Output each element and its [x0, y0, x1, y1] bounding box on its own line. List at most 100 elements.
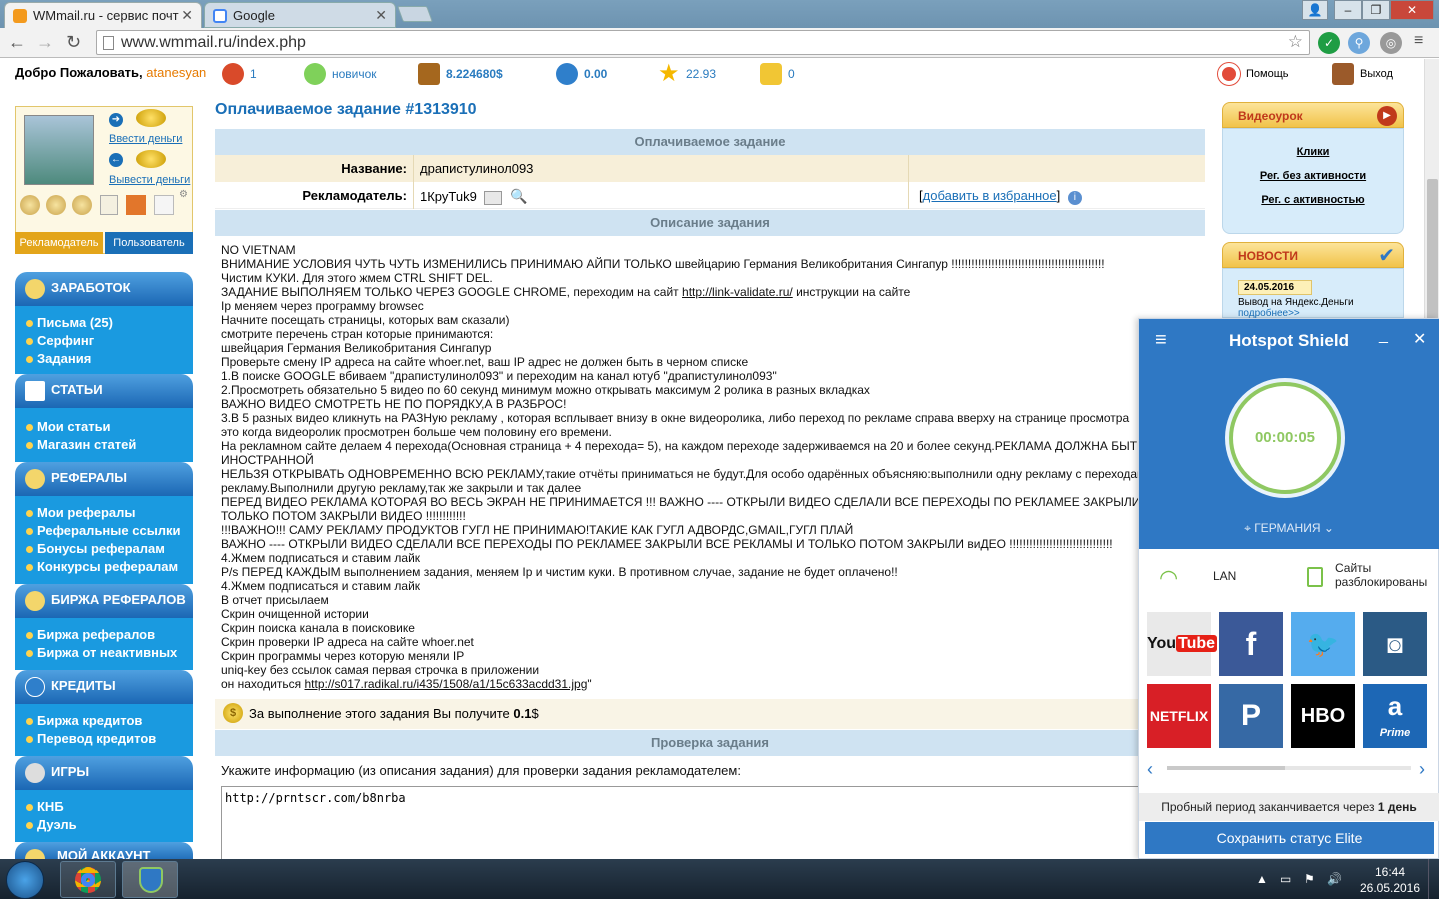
show-desktop-button[interactable]: [1428, 859, 1439, 899]
stat-coins[interactable]: 0: [760, 63, 795, 85]
advertiser-cell: 1КруTuk9 🔍: [413, 182, 908, 209]
carousel-thumb[interactable]: [1167, 766, 1285, 770]
connection-timer[interactable]: 00:00:05: [1229, 382, 1341, 494]
stat-balance[interactable]: 8.224680$: [418, 63, 503, 85]
menu-item-referral-exchange[interactable]: Биржа рефералов: [15, 626, 193, 644]
news-body: 24.05.2016 Вывод на Яндекс.Деньги подроб…: [1222, 268, 1404, 319]
pandora-app-icon[interactable]: P: [1219, 684, 1283, 748]
menu-item-referral-links[interactable]: Реферальные ссылки: [15, 522, 193, 540]
menu-header-earnings[interactable]: ЗАРАБОТОК: [15, 272, 193, 306]
menu-item-my-articles[interactable]: Мои статьи: [15, 418, 193, 436]
twitter-app-icon[interactable]: 🐦: [1291, 612, 1355, 676]
back-icon[interactable]: ←: [8, 32, 26, 53]
logout-link[interactable]: Выход: [1332, 63, 1393, 85]
settings-icon[interactable]: ⚙: [179, 189, 188, 200]
close-window-button[interactable]: ✕: [1390, 0, 1434, 20]
flag-tray-icon[interactable]: ⚑: [1304, 872, 1315, 886]
address-bar[interactable]: www.wmmail.ru/index.php ☆: [96, 30, 1310, 55]
help-link[interactable]: Помощь: [1218, 63, 1289, 85]
close-tab-icon[interactable]: ✕: [181, 7, 193, 24]
menu-header-games[interactable]: ИГРЫ: [15, 756, 193, 790]
close-icon[interactable]: ✕: [1413, 329, 1426, 349]
maximize-button[interactable]: ❐: [1362, 0, 1390, 20]
shield-extension-icon[interactable]: ✓: [1318, 32, 1340, 54]
report-textarea[interactable]: http://prntscr.com/b8nrba: [221, 786, 1151, 859]
news-text[interactable]: Вывод на Яндекс.Деньги: [1238, 297, 1403, 308]
add-to-favorites-link[interactable]: добавить в избранное: [923, 188, 1057, 203]
video-lesson-header[interactable]: Видеоурок ▶: [1222, 102, 1404, 128]
video-link-reg-activity[interactable]: Рег. с активностью: [1223, 188, 1403, 212]
avatar[interactable]: [24, 115, 94, 185]
netflix-app-icon[interactable]: NETFLIX: [1147, 684, 1211, 748]
menu-item-rps[interactable]: КНБ: [15, 798, 193, 816]
hbo-app-icon[interactable]: HBO: [1291, 684, 1355, 748]
user-profile-button[interactable]: 👤: [1302, 0, 1328, 20]
withdraw-link[interactable]: Вывести деньги: [109, 174, 190, 186]
video-link-clicks[interactable]: Клики: [1223, 140, 1403, 164]
forward-icon[interactable]: →: [36, 32, 54, 53]
volume-tray-icon[interactable]: 🔊: [1327, 872, 1342, 886]
menu-item-duel[interactable]: Дуэль: [15, 816, 193, 834]
menu-item-credit-exchange[interactable]: Биржа кредитов: [15, 712, 193, 730]
gamepad-icon: [25, 763, 45, 783]
elite-upgrade-button[interactable]: Сохранить статус Elite: [1145, 822, 1434, 854]
chrome-taskbar-icon[interactable]: [60, 861, 116, 898]
notepad-icon[interactable]: [100, 195, 118, 215]
show-hidden-icons[interactable]: ▲: [1256, 872, 1268, 886]
menu-item-inactive-exchange[interactable]: Биржа от неактивных: [15, 644, 193, 662]
windows-start-icon[interactable]: [6, 861, 44, 899]
instagram-app-icon[interactable]: ◙: [1363, 612, 1427, 676]
menu-header-account[interactable]: МОЙ АККАУНТ: [15, 842, 193, 859]
network-tray-icon[interactable]: ▭: [1280, 872, 1291, 886]
menu-item-referral-bonuses[interactable]: Бонусы рефералам: [15, 540, 193, 558]
chrome-menu-icon[interactable]: ≡: [1414, 32, 1423, 50]
menu-header-referral-exchange[interactable]: БИРЖА РЕФЕРАЛОВ: [15, 584, 193, 618]
stat-status[interactable]: новичок: [304, 63, 377, 85]
minimize-button[interactable]: –: [1334, 0, 1362, 20]
menu-header-articles[interactable]: СТАТЬИ: [15, 374, 193, 408]
link-validate-link[interactable]: http://link-validate.ru/: [682, 285, 793, 299]
deposit-link[interactable]: Ввести деньги: [109, 133, 182, 145]
location-selector[interactable]: ⌖ ГЕРМАНИЯ ⌄: [1139, 521, 1439, 536]
stat-refresh[interactable]: 1: [222, 63, 257, 85]
scroll-right-icon[interactable]: ›: [1419, 759, 1425, 780]
menu-item-article-shop[interactable]: Магазин статей: [15, 436, 193, 454]
video-link-reg-no-activity[interactable]: Рег. без активности: [1223, 164, 1403, 188]
info-icon[interactable]: i: [1067, 191, 1082, 205]
stat-credits[interactable]: 0.00: [556, 63, 607, 85]
facebook-app-icon[interactable]: f: [1219, 612, 1283, 676]
play-icon[interactable]: ▶: [1377, 106, 1397, 126]
menu-header-credits[interactable]: КРЕДИТЫ: [15, 670, 193, 704]
youtube-app-icon[interactable]: You Tube: [1147, 612, 1218, 676]
tab-google[interactable]: Google ✕: [204, 2, 396, 28]
send-message-icon[interactable]: [484, 190, 503, 205]
boxes-icon[interactable]: [126, 195, 146, 215]
menu-item-referral-contests[interactable]: Конкурсы рефералам: [15, 558, 193, 576]
radikal-image-link[interactable]: http://s017.radikal.ru/i435/1508/a1/15c6…: [305, 677, 588, 691]
tab-wmmail[interactable]: WMmail.ru - сервис почт ✕: [4, 2, 202, 28]
bookmark-star-icon[interactable]: ☆: [1288, 32, 1303, 52]
carousel-track[interactable]: [1167, 766, 1411, 770]
advertiser-role-button[interactable]: Рекламодатель: [15, 232, 103, 254]
browsec-extension-icon[interactable]: ⚲: [1348, 32, 1370, 54]
chart-icon[interactable]: [154, 195, 174, 215]
globe-extension-icon[interactable]: ◎: [1380, 32, 1402, 54]
user-role-button[interactable]: Пользователь: [105, 232, 193, 254]
menu-item-letters[interactable]: Письма (25): [15, 314, 193, 332]
search-icon[interactable]: 🔍: [510, 188, 527, 205]
reload-icon[interactable]: ↻: [66, 32, 81, 53]
menu-item-my-referrals[interactable]: Мои рефералы: [15, 504, 193, 522]
system-clock[interactable]: 16:44 26.05.2016: [1355, 864, 1425, 896]
hotspot-shield-taskbar-icon[interactable]: [122, 861, 178, 898]
new-tab-button[interactable]: [397, 6, 433, 22]
scroll-left-icon[interactable]: ‹: [1147, 759, 1153, 780]
stat-rating[interactable]: ★ 22.93: [658, 62, 716, 86]
menu-item-credit-transfer[interactable]: Перевод кредитов: [15, 730, 193, 748]
minimize-icon[interactable]: _: [1379, 327, 1388, 345]
close-tab-icon[interactable]: ✕: [375, 7, 387, 24]
exchange-icon: [25, 591, 45, 611]
menu-item-surfing[interactable]: Серфинг: [15, 332, 193, 350]
menu-item-tasks[interactable]: Задания: [15, 350, 193, 368]
menu-header-referrals[interactable]: РЕФЕРАЛЫ: [15, 462, 193, 496]
amazon-prime-app-icon[interactable]: a Prime: [1363, 684, 1427, 748]
